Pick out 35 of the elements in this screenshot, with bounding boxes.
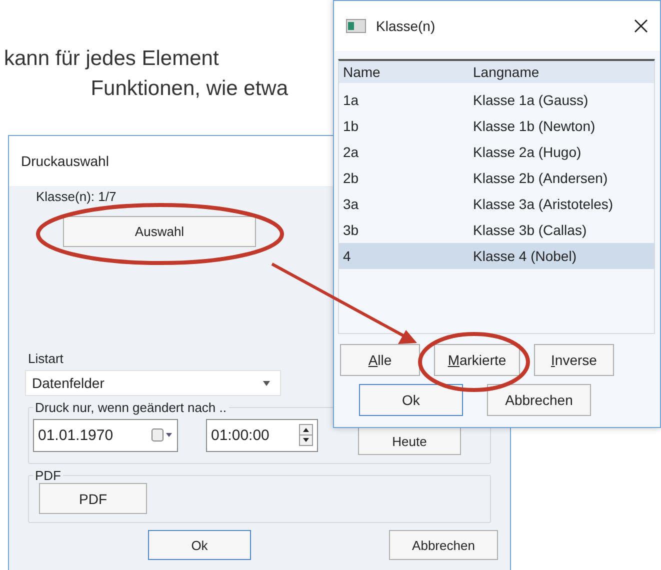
class-row[interactable]: 2b Klasse 2b (Andersen) bbox=[339, 165, 654, 191]
calendar-dropdown-icon bbox=[151, 428, 173, 442]
pdf-button[interactable]: PDF bbox=[39, 483, 147, 514]
group-label: PDF bbox=[34, 468, 62, 483]
list-type-dropdown[interactable]: Datenfelder bbox=[25, 370, 281, 396]
spinner-icon bbox=[299, 424, 313, 446]
today-button[interactable]: Heute bbox=[358, 427, 461, 455]
selection-mode-button[interactable]: Alle bbox=[340, 344, 420, 376]
ok-button[interactable]: Ok bbox=[359, 384, 463, 416]
class-row[interactable]: 3b Klasse 3b (Callas) bbox=[339, 217, 654, 243]
intro-text: kann für jedes Element bbox=[4, 46, 219, 72]
class-count-label: Klasse(n): 1/7 bbox=[36, 189, 116, 204]
selection-mode-button[interactable]: Inverse bbox=[534, 344, 614, 376]
selection-mode-button[interactable]: Markierte bbox=[434, 344, 520, 376]
list-type-label: Listart bbox=[28, 351, 64, 366]
column-header: Name bbox=[342, 64, 382, 80]
close-icon[interactable] bbox=[634, 19, 648, 33]
class-row[interactable]: 3a Klasse 3a (Aristoteles) bbox=[339, 191, 654, 217]
window-title: Klasse(n) bbox=[376, 18, 436, 34]
selection-button[interactable]: Auswahl bbox=[63, 216, 256, 247]
intro-text: Funktionen, wie etwa bbox=[90, 76, 288, 102]
cancel-button[interactable]: Abbrechen bbox=[487, 384, 591, 416]
class-row[interactable]: 1a Klasse 1a (Gauss) bbox=[339, 87, 654, 113]
time-field[interactable]: 01:00:00 bbox=[206, 418, 318, 452]
ok-button[interactable]: Ok bbox=[148, 530, 251, 560]
window-icon bbox=[346, 19, 366, 33]
group-label: Druck nur, wenn geändert nach .. bbox=[34, 400, 228, 415]
caret-icon bbox=[263, 380, 270, 386]
class-row[interactable]: 4 Klasse 4 (Nobel) bbox=[339, 243, 654, 269]
class-row[interactable]: 2a Klasse 2a (Hugo) bbox=[339, 139, 654, 165]
class-row[interactable]: 1b Klasse 1b (Newton) bbox=[339, 113, 654, 139]
window-title: Druckauswahl bbox=[21, 153, 109, 169]
date-field[interactable]: 01.01.1970 bbox=[33, 418, 178, 452]
cancel-button[interactable]: Abbrechen bbox=[389, 530, 498, 560]
column-header: Langname bbox=[472, 64, 540, 80]
